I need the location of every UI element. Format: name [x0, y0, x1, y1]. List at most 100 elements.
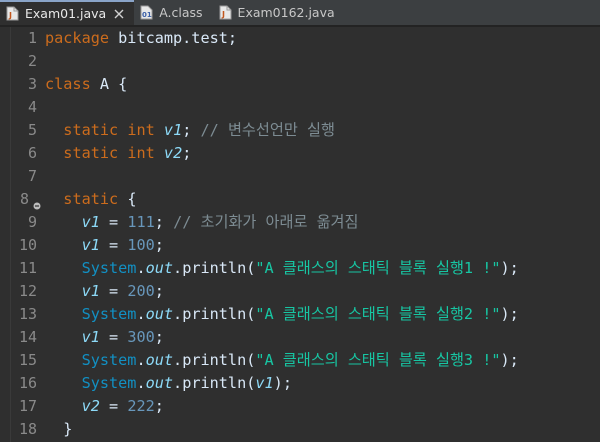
- class-file-icon: 01: [140, 5, 153, 20]
- line-number-gutter: 1 2 3 4 5 6 7 8 9 10 11 12 13 14 15 16 1…: [11, 27, 41, 442]
- code-text: {: [109, 75, 128, 93]
- string-literal: "A 클래스의 스태틱 블록 실행3 !": [255, 351, 501, 369]
- code-text: .: [173, 374, 183, 392]
- code-text: (: [246, 305, 256, 323]
- code-text: =: [99, 213, 128, 231]
- line-number: 11: [18, 259, 37, 277]
- code-text: );: [273, 374, 292, 392]
- code-text: ;: [182, 144, 192, 162]
- tab-exam0162-java[interactable]: J Exam0162.java: [213, 0, 345, 25]
- code-text: =: [99, 282, 128, 300]
- code-text: .: [173, 259, 183, 277]
- class-reference: System: [81, 259, 137, 277]
- class-reference: System: [81, 351, 137, 369]
- code-line: System.out.println(v1);: [45, 372, 292, 395]
- method-call: println: [182, 305, 247, 323]
- line-number: 13: [18, 305, 37, 323]
- code-text: ;: [154, 397, 164, 415]
- java-file-icon: J: [219, 5, 232, 20]
- code-text: );: [500, 305, 519, 323]
- static-field: v1: [81, 213, 100, 231]
- static-field: out: [145, 259, 174, 277]
- string-literal: "A 클래스의 스태틱 블록 실행1 !": [255, 259, 501, 277]
- code-text: =: [99, 397, 128, 415]
- keyword: int: [127, 144, 155, 162]
- code-line: v1 = 111; // 초기화가 아래로 옮겨짐: [45, 211, 359, 234]
- number-literal: 222: [127, 397, 155, 415]
- line-number: 15: [18, 351, 37, 369]
- code-line: System.out.println("A 클래스의 스태틱 블록 실행3 !"…: [45, 349, 519, 372]
- number-literal: 200: [127, 282, 155, 300]
- code-text: ;: [154, 213, 164, 231]
- keyword: static: [63, 144, 119, 162]
- static-field: out: [145, 305, 174, 323]
- svg-text:01: 01: [142, 11, 152, 19]
- code-text: ;: [154, 236, 164, 254]
- tab-a-class[interactable]: 01 A.class: [134, 0, 212, 25]
- code-editor[interactable]: 1 2 3 4 5 6 7 8 9 10 11 12 13 14 15 16 1…: [0, 27, 600, 442]
- keyword: static: [63, 121, 119, 139]
- code-text: bitcamp.test;: [109, 29, 238, 47]
- tab-label: Exam01.java: [25, 6, 107, 21]
- comment: // 초기화가 아래로 옮겨짐: [173, 213, 359, 231]
- code-line: v1 = 200;: [45, 280, 164, 303]
- keyword: class: [45, 75, 91, 93]
- code-line: v2 = 222;: [45, 395, 164, 418]
- class-reference: System: [81, 305, 137, 323]
- code-line: static int v2;: [45, 142, 191, 165]
- code-text: ;: [154, 282, 164, 300]
- code-text: .: [173, 305, 183, 323]
- line-number: 7: [27, 167, 37, 185]
- code-text: .: [173, 351, 183, 369]
- close-icon[interactable]: [114, 9, 124, 19]
- line-number: 5: [27, 121, 37, 139]
- class-name: A: [99, 75, 110, 93]
- static-field: v2: [163, 144, 183, 162]
- keyword: int: [127, 121, 155, 139]
- comment: // 변수선언만 실행: [200, 121, 335, 139]
- code-line: static int v1; // 변수선언만 실행: [45, 119, 335, 142]
- code-text: ;: [182, 121, 192, 139]
- number-literal: 111: [127, 213, 155, 231]
- line-number: 8: [19, 190, 29, 208]
- code-text: =: [99, 328, 128, 346]
- static-field: v1: [81, 328, 100, 346]
- code-text: .: [136, 374, 146, 392]
- code-text: {: [118, 190, 137, 208]
- line-number: 10: [18, 236, 37, 254]
- static-field: v1: [81, 282, 100, 300]
- static-field: v1: [255, 374, 274, 392]
- number-literal: 100: [127, 236, 155, 254]
- line-number: 6: [27, 144, 37, 162]
- code-line: v1 = 100;: [45, 234, 164, 257]
- line-number: 2: [27, 52, 37, 70]
- code-line: }: [45, 418, 72, 441]
- method-call: println: [182, 259, 247, 277]
- tab-exam01-java[interactable]: J Exam01.java: [0, 0, 135, 25]
- line-number: 18: [18, 420, 37, 438]
- method-call: println: [182, 351, 247, 369]
- code-line: System.out.println("A 클래스의 스태틱 블록 실행1 !"…: [45, 257, 519, 280]
- code-text: );: [500, 351, 519, 369]
- code-text: .: [136, 259, 146, 277]
- code-text: .: [136, 305, 146, 323]
- code-text: );: [500, 259, 519, 277]
- code-text: (: [246, 259, 256, 277]
- code-area[interactable]: package bitcamp.test; class A { static i…: [45, 27, 600, 442]
- svg-text:J: J: [221, 10, 225, 19]
- closing-brace: }: [63, 420, 73, 438]
- line-number: 4: [27, 98, 37, 116]
- line-number: 16: [18, 374, 37, 392]
- keyword: package: [45, 29, 110, 47]
- code-line: System.out.println("A 클래스의 스태틱 블록 실행2 !"…: [45, 303, 519, 326]
- keyword: static: [63, 190, 119, 208]
- code-line: v1 = 300;: [45, 326, 164, 349]
- static-field: out: [145, 351, 174, 369]
- line-number: 14: [18, 328, 37, 346]
- static-field: v1: [163, 121, 183, 139]
- code-text: ;: [154, 328, 164, 346]
- code-text: (: [246, 351, 256, 369]
- fold-collapse-icon[interactable]: [33, 195, 41, 210]
- tab-label: Exam0162.java: [237, 5, 335, 20]
- number-literal: 300: [127, 328, 155, 346]
